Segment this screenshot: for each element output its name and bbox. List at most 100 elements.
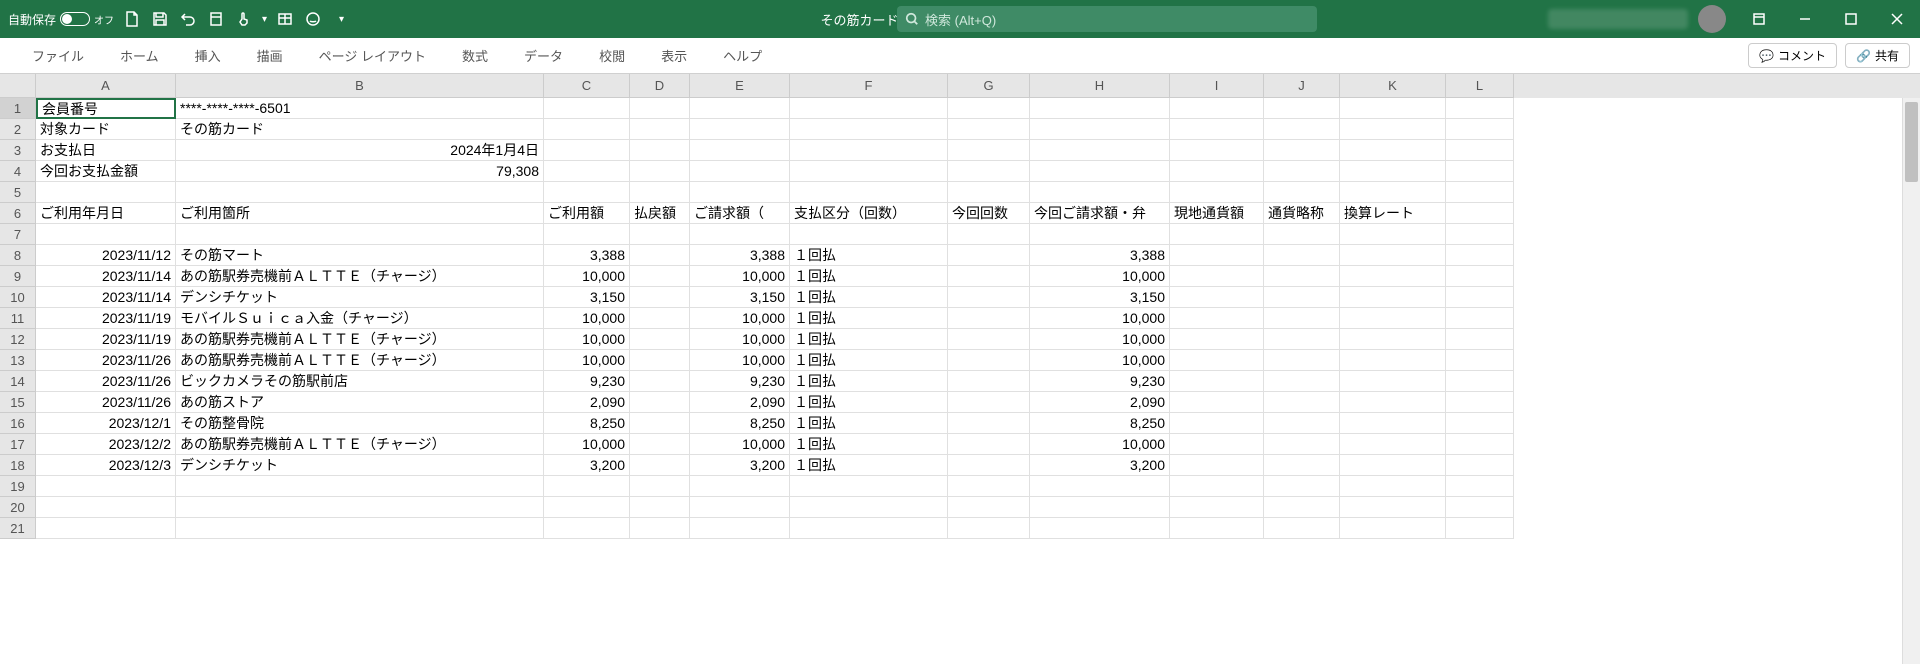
cell[interactable] [790,476,948,497]
cell[interactable] [1030,161,1170,182]
cell[interactable]: お支払日 [36,140,176,161]
cell[interactable] [948,413,1030,434]
cell[interactable] [36,224,176,245]
cell[interactable] [630,455,690,476]
cell[interactable] [544,476,630,497]
cell[interactable] [690,161,790,182]
ribbon-tab-6[interactable]: データ [506,38,581,73]
cell[interactable] [1446,182,1514,203]
cell[interactable] [630,119,690,140]
face-icon[interactable] [303,9,323,29]
cell[interactable] [1170,161,1264,182]
cell[interactable] [948,224,1030,245]
cell[interactable] [1264,413,1340,434]
row-header-16[interactable]: 16 [0,413,36,434]
cell[interactable]: 2023/12/1 [36,413,176,434]
cell[interactable] [1264,287,1340,308]
column-header-F[interactable]: F [790,74,948,98]
cell[interactable] [1446,392,1514,413]
cell[interactable] [1446,266,1514,287]
ribbon-tab-8[interactable]: 表示 [643,38,705,73]
cell[interactable] [630,245,690,266]
save-icon[interactable] [150,9,170,29]
cell[interactable]: 2,090 [690,392,790,413]
cell[interactable]: 2,090 [544,392,630,413]
cell[interactable] [630,371,690,392]
cell[interactable] [1446,518,1514,539]
ribbon-tab-7[interactable]: 校閲 [581,38,643,73]
row-header-14[interactable]: 14 [0,371,36,392]
cell[interactable]: デンシチケット [176,455,544,476]
cell[interactable] [1264,518,1340,539]
cell[interactable]: 10,000 [1030,266,1170,287]
cell[interactable]: 10,000 [544,329,630,350]
cell[interactable]: 10,000 [690,266,790,287]
cell[interactable]: 会員番号 [36,98,176,119]
cell[interactable]: １回払 [790,245,948,266]
cell[interactable] [948,497,1030,518]
cell[interactable]: あの筋駅券売機前ＡＬＴＴＥ（チャージ） [176,434,544,455]
cell[interactable] [790,98,948,119]
cell[interactable]: デンシチケット [176,287,544,308]
cell[interactable] [1264,371,1340,392]
cell[interactable] [1446,350,1514,371]
cell[interactable]: １回払 [790,434,948,455]
cell[interactable] [544,140,630,161]
cell[interactable] [948,266,1030,287]
cell[interactable] [1170,476,1264,497]
cell[interactable] [1030,119,1170,140]
row-header-2[interactable]: 2 [0,119,36,140]
cell[interactable] [1340,245,1446,266]
cell[interactable]: 現地通貨額 [1170,203,1264,224]
cell[interactable]: 8,250 [544,413,630,434]
cell[interactable] [1170,434,1264,455]
new-file-icon[interactable] [122,9,142,29]
table-icon[interactable] [275,9,295,29]
cell[interactable] [1030,497,1170,518]
cell[interactable] [1170,224,1264,245]
cell[interactable] [1340,455,1446,476]
cell[interactable]: １回払 [790,371,948,392]
cell[interactable] [690,182,790,203]
cell[interactable] [948,434,1030,455]
cell[interactable] [630,434,690,455]
cell[interactable] [630,224,690,245]
close-icon[interactable] [1874,0,1920,38]
cell[interactable] [1340,434,1446,455]
cell[interactable] [1340,119,1446,140]
cell[interactable]: 払戻額 [630,203,690,224]
ribbon-tab-1[interactable]: ホーム [102,38,177,73]
cell[interactable]: 8,250 [1030,413,1170,434]
ribbon-tab-9[interactable]: ヘルプ [705,38,780,73]
cell[interactable] [948,119,1030,140]
cell[interactable] [1340,350,1446,371]
column-header-E[interactable]: E [690,74,790,98]
cell[interactable] [1340,224,1446,245]
cell[interactable]: １回払 [790,329,948,350]
row-header-9[interactable]: 9 [0,266,36,287]
cell[interactable] [1446,140,1514,161]
cell[interactable] [630,287,690,308]
row-header-20[interactable]: 20 [0,497,36,518]
cell[interactable] [544,497,630,518]
cell[interactable] [1340,413,1446,434]
cell[interactable] [630,413,690,434]
cell[interactable] [1446,161,1514,182]
row-header-7[interactable]: 7 [0,224,36,245]
cell[interactable]: 10,000 [544,434,630,455]
column-header-L[interactable]: L [1446,74,1514,98]
cell[interactable] [1170,329,1264,350]
cell[interactable] [1340,266,1446,287]
cell[interactable]: １回払 [790,392,948,413]
cell[interactable] [948,392,1030,413]
cell[interactable]: あの筋駅券売機前ＡＬＴＴＥ（チャージ） [176,329,544,350]
cell[interactable] [690,497,790,518]
cell[interactable] [1264,308,1340,329]
cell[interactable] [690,98,790,119]
cell[interactable] [1170,119,1264,140]
autosave-toggle[interactable]: 自動保存 オフ [8,11,114,28]
cell[interactable]: 今回回数 [948,203,1030,224]
cell[interactable]: 10,000 [690,329,790,350]
cell[interactable] [948,476,1030,497]
row-header-5[interactable]: 5 [0,182,36,203]
